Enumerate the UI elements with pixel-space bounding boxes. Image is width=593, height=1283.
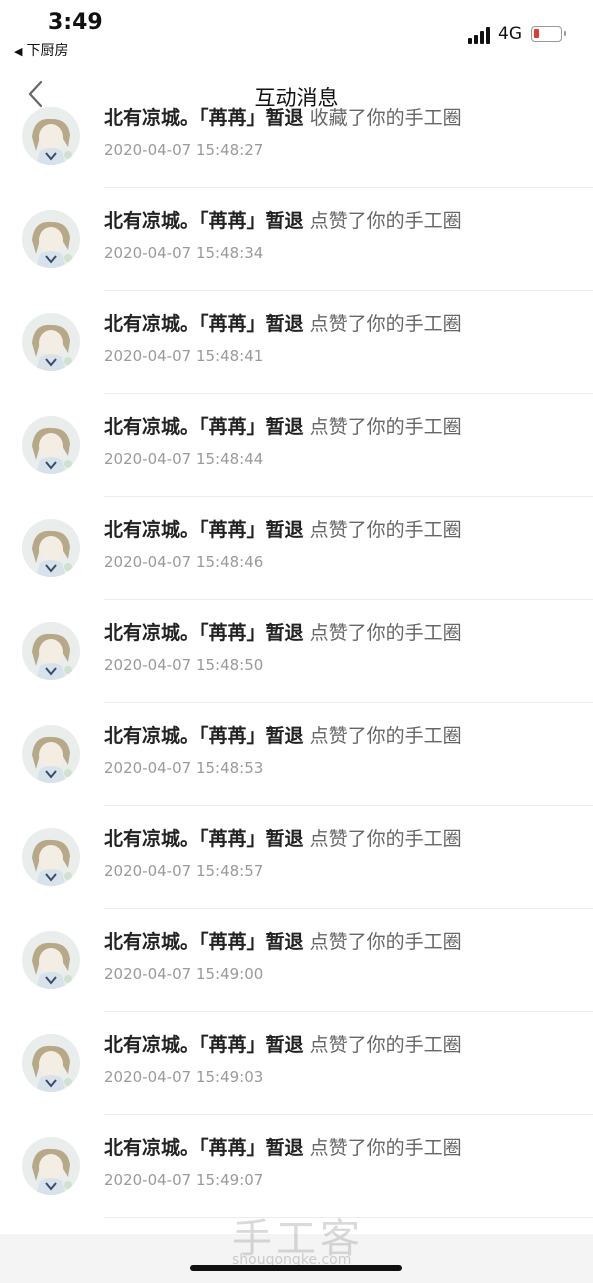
message-text: 北有凉城。「苒苒」暂退 点赞了你的手工圈 xyxy=(104,824,462,851)
action-text: 点赞了你的手工圈 xyxy=(309,828,462,850)
list-item[interactable]: 北有凉城。「苒苒」暂退 点赞了你的手工圈 2020-04-07 15:48:57 xyxy=(0,806,593,909)
list-item[interactable]: 北有凉城。「苒苒」暂退 点赞了你的手工圈 2020-04-07 15:48:34 xyxy=(0,188,593,291)
timestamp: 2020-04-07 15:48:41 xyxy=(104,347,264,365)
message-text: 北有凉城。「苒苒」暂退 点赞了你的手工圈 xyxy=(104,927,462,954)
message-text: 北有凉城。「苒苒」暂退 点赞了你的手工圈 xyxy=(104,618,462,645)
message-text: 北有凉城。「苒苒」暂退 点赞了你的手工圈 xyxy=(104,309,462,336)
avatar[interactable] xyxy=(22,828,80,886)
timestamp: 2020-04-07 15:48:50 xyxy=(104,656,264,674)
avatar[interactable] xyxy=(22,313,80,371)
status-time: 3:49 xyxy=(48,10,103,35)
battery-icon xyxy=(531,26,566,42)
avatar[interactable] xyxy=(22,519,80,577)
home-indicator[interactable] xyxy=(190,1265,402,1271)
username[interactable]: 北有凉城。「苒苒」暂退 xyxy=(104,1137,304,1159)
message-text: 北有凉城。「苒苒」暂退 点赞了你的手工圈 xyxy=(104,1133,462,1160)
avatar[interactable] xyxy=(22,725,80,783)
list-item[interactable]: 北有凉城。「苒苒」暂退 点赞了你的手工圈 2020-04-07 15:48:44 xyxy=(0,394,593,497)
list-item[interactable]: 北有凉城。「苒苒」暂退 收藏了你的手工圈 2020-04-07 15:48:27 xyxy=(0,85,593,188)
timestamp: 2020-04-07 15:49:03 xyxy=(104,1068,264,1086)
status-bar: 3:49 ◀ 下厨房 4G xyxy=(0,0,593,62)
timestamp: 2020-04-07 15:48:53 xyxy=(104,759,264,777)
username[interactable]: 北有凉城。「苒苒」暂退 xyxy=(104,828,304,850)
avatar[interactable] xyxy=(22,107,80,165)
avatar[interactable] xyxy=(22,1137,80,1195)
action-text: 点赞了你的手工圈 xyxy=(309,931,462,953)
action-text: 点赞了你的手工圈 xyxy=(309,416,462,438)
username[interactable]: 北有凉城。「苒苒」暂退 xyxy=(104,725,304,747)
timestamp: 2020-04-07 15:48:44 xyxy=(104,450,264,468)
back-triangle-icon: ◀ xyxy=(14,45,23,58)
list-item[interactable]: 北有凉城。「苒苒」暂退 点赞了你的手工圈 2020-04-07 15:48:41 xyxy=(0,291,593,394)
username[interactable]: 北有凉城。「苒苒」暂退 xyxy=(104,313,304,335)
action-text: 点赞了你的手工圈 xyxy=(309,1034,462,1056)
username[interactable]: 北有凉城。「苒苒」暂退 xyxy=(104,931,304,953)
action-text: 点赞了你的手工圈 xyxy=(309,1137,462,1159)
message-text: 北有凉城。「苒苒」暂退 点赞了你的手工圈 xyxy=(104,412,462,439)
username[interactable]: 北有凉城。「苒苒」暂退 xyxy=(104,622,304,644)
timestamp: 2020-04-07 15:49:07 xyxy=(104,1171,264,1189)
message-text: 北有凉城。「苒苒」暂退 收藏了你的手工圈 xyxy=(104,103,462,130)
avatar[interactable] xyxy=(22,416,80,474)
username[interactable]: 北有凉城。「苒苒」暂退 xyxy=(104,107,304,129)
message-text: 北有凉城。「苒苒」暂退 点赞了你的手工圈 xyxy=(104,1030,462,1057)
username[interactable]: 北有凉城。「苒苒」暂退 xyxy=(104,210,304,232)
action-text: 点赞了你的手工圈 xyxy=(309,725,462,747)
timestamp: 2020-04-07 15:49:00 xyxy=(104,965,264,983)
timestamp: 2020-04-07 15:48:27 xyxy=(104,141,264,159)
list-item[interactable]: 北有凉城。「苒苒」暂退 点赞了你的手工圈 2020-04-07 15:48:46 xyxy=(0,497,593,600)
back-app-label: 下厨房 xyxy=(26,43,69,59)
username[interactable]: 北有凉城。「苒苒」暂退 xyxy=(104,519,304,541)
action-text: 点赞了你的手工圈 xyxy=(309,519,462,541)
action-text: 点赞了你的手工圈 xyxy=(309,210,462,232)
action-text: 点赞了你的手工圈 xyxy=(309,622,462,644)
timestamp: 2020-04-07 15:48:57 xyxy=(104,862,264,880)
timestamp: 2020-04-07 15:48:34 xyxy=(104,244,264,262)
message-text: 北有凉城。「苒苒」暂退 点赞了你的手工圈 xyxy=(104,515,462,542)
action-text: 收藏了你的手工圈 xyxy=(309,107,462,129)
signal-icon xyxy=(468,26,490,44)
list-item[interactable]: 北有凉城。「苒苒」暂退 点赞了你的手工圈 2020-04-07 15:49:00 xyxy=(0,909,593,1012)
avatar[interactable] xyxy=(22,210,80,268)
timestamp: 2020-04-07 15:48:46 xyxy=(104,553,264,571)
network-label: 4G xyxy=(498,24,522,44)
list-item[interactable]: 北有凉城。「苒苒」暂退 点赞了你的手工圈 2020-04-07 15:48:50 xyxy=(0,600,593,703)
username[interactable]: 北有凉城。「苒苒」暂退 xyxy=(104,416,304,438)
username[interactable]: 北有凉城。「苒苒」暂退 xyxy=(104,1034,304,1056)
back-to-app-link[interactable]: ◀ 下厨房 xyxy=(14,40,68,60)
action-text: 点赞了你的手工圈 xyxy=(309,313,462,335)
list-item[interactable]: 北有凉城。「苒苒」暂退 点赞了你的手工圈 2020-04-07 15:48:53 xyxy=(0,703,593,806)
message-text: 北有凉城。「苒苒」暂退 点赞了你的手工圈 xyxy=(104,206,462,233)
message-text: 北有凉城。「苒苒」暂退 点赞了你的手工圈 xyxy=(104,721,462,748)
avatar[interactable] xyxy=(22,931,80,989)
list-item[interactable]: 北有凉城。「苒苒」暂退 点赞了你的手工圈 2020-04-07 15:49:03 xyxy=(0,1012,593,1115)
list-item[interactable]: 北有凉城。「苒苒」暂退 点赞了你的手工圈 2020-04-07 15:49:07 xyxy=(0,1115,593,1218)
avatar[interactable] xyxy=(22,622,80,680)
avatar[interactable] xyxy=(22,1034,80,1092)
message-list: 北有凉城。「苒苒」暂退 收藏了你的手工圈 2020-04-07 15:48:27… xyxy=(0,103,593,1218)
